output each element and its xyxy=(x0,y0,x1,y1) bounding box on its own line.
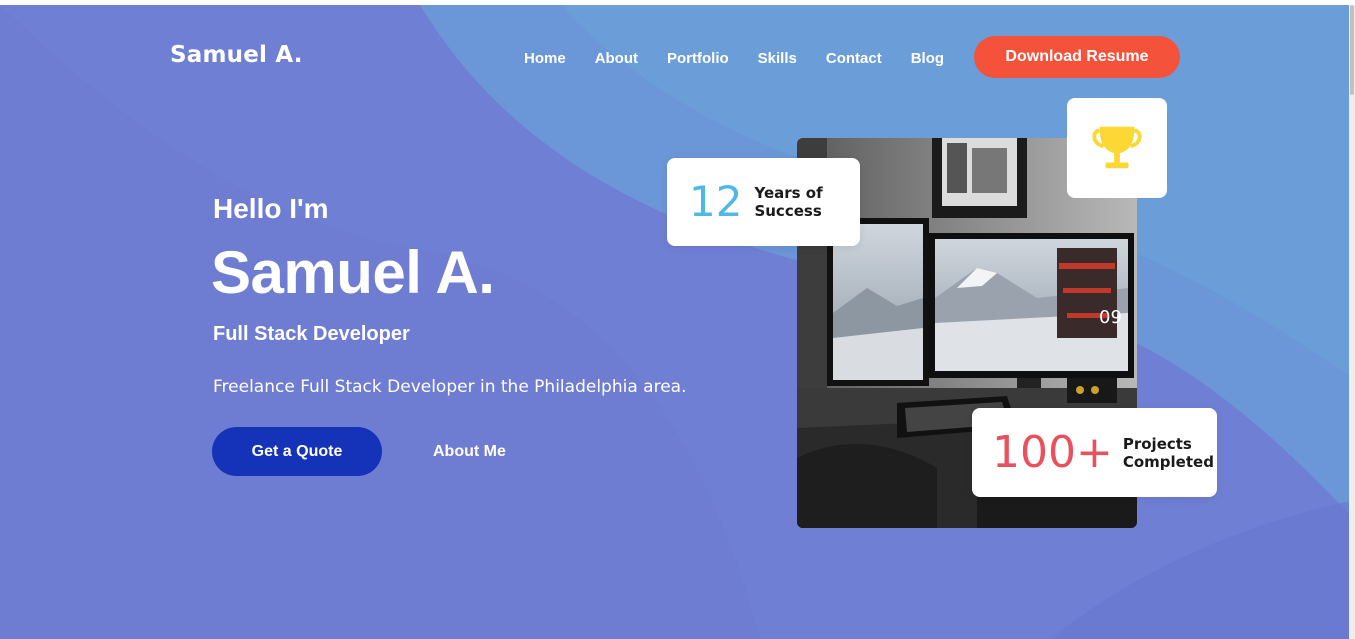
nav-skills[interactable]: Skills xyxy=(758,50,797,67)
projects-number: 100+ xyxy=(992,426,1113,478)
svg-text:09: 09 xyxy=(1099,307,1122,328)
years-number: 12 xyxy=(689,177,743,226)
hero-role: Full Stack Developer xyxy=(213,323,410,345)
trophy-card xyxy=(1067,98,1167,198)
scrollbar-thumb[interactable] xyxy=(1350,5,1354,95)
hero-name: Samuel A. xyxy=(211,239,495,306)
projects-label: Projects Completed xyxy=(1123,435,1214,471)
background-shapes xyxy=(0,5,1355,639)
nav-home[interactable]: Home xyxy=(524,50,566,67)
nav-about[interactable]: About xyxy=(595,50,638,67)
projects-label-line1: Projects xyxy=(1122,434,1192,453)
nav-portfolio[interactable]: Portfolio xyxy=(667,50,729,67)
trophy-icon xyxy=(1092,126,1142,169)
get-a-quote-button[interactable]: Get a Quote xyxy=(212,427,382,476)
projects-label-line2: Completed xyxy=(1122,452,1214,471)
site-logo[interactable]: Samuel A. xyxy=(170,42,303,68)
projects-completed-card: 100+ Projects Completed xyxy=(972,408,1217,497)
hero-description: Freelance Full Stack Developer in the Ph… xyxy=(213,377,687,397)
years-of-success-card: 12 Years of Success xyxy=(667,158,860,246)
years-label-line2: Success xyxy=(754,202,822,220)
hero-greeting: Hello I'm xyxy=(213,193,329,224)
top-border xyxy=(0,0,1355,5)
nav-blog[interactable]: Blog xyxy=(911,50,944,67)
about-me-link[interactable]: About Me xyxy=(433,443,506,461)
download-resume-button[interactable]: Download Resume xyxy=(974,36,1180,78)
hero-page: Samuel A. Home About Portfolio Skills Co… xyxy=(0,0,1355,639)
years-label-line1: Years of xyxy=(754,184,823,202)
main-nav: Home About Portfolio Skills Contact Blog xyxy=(524,50,973,67)
page-scrollbar[interactable] xyxy=(1349,5,1355,639)
nav-contact[interactable]: Contact xyxy=(826,50,882,67)
years-label: Years of Success xyxy=(754,184,822,220)
